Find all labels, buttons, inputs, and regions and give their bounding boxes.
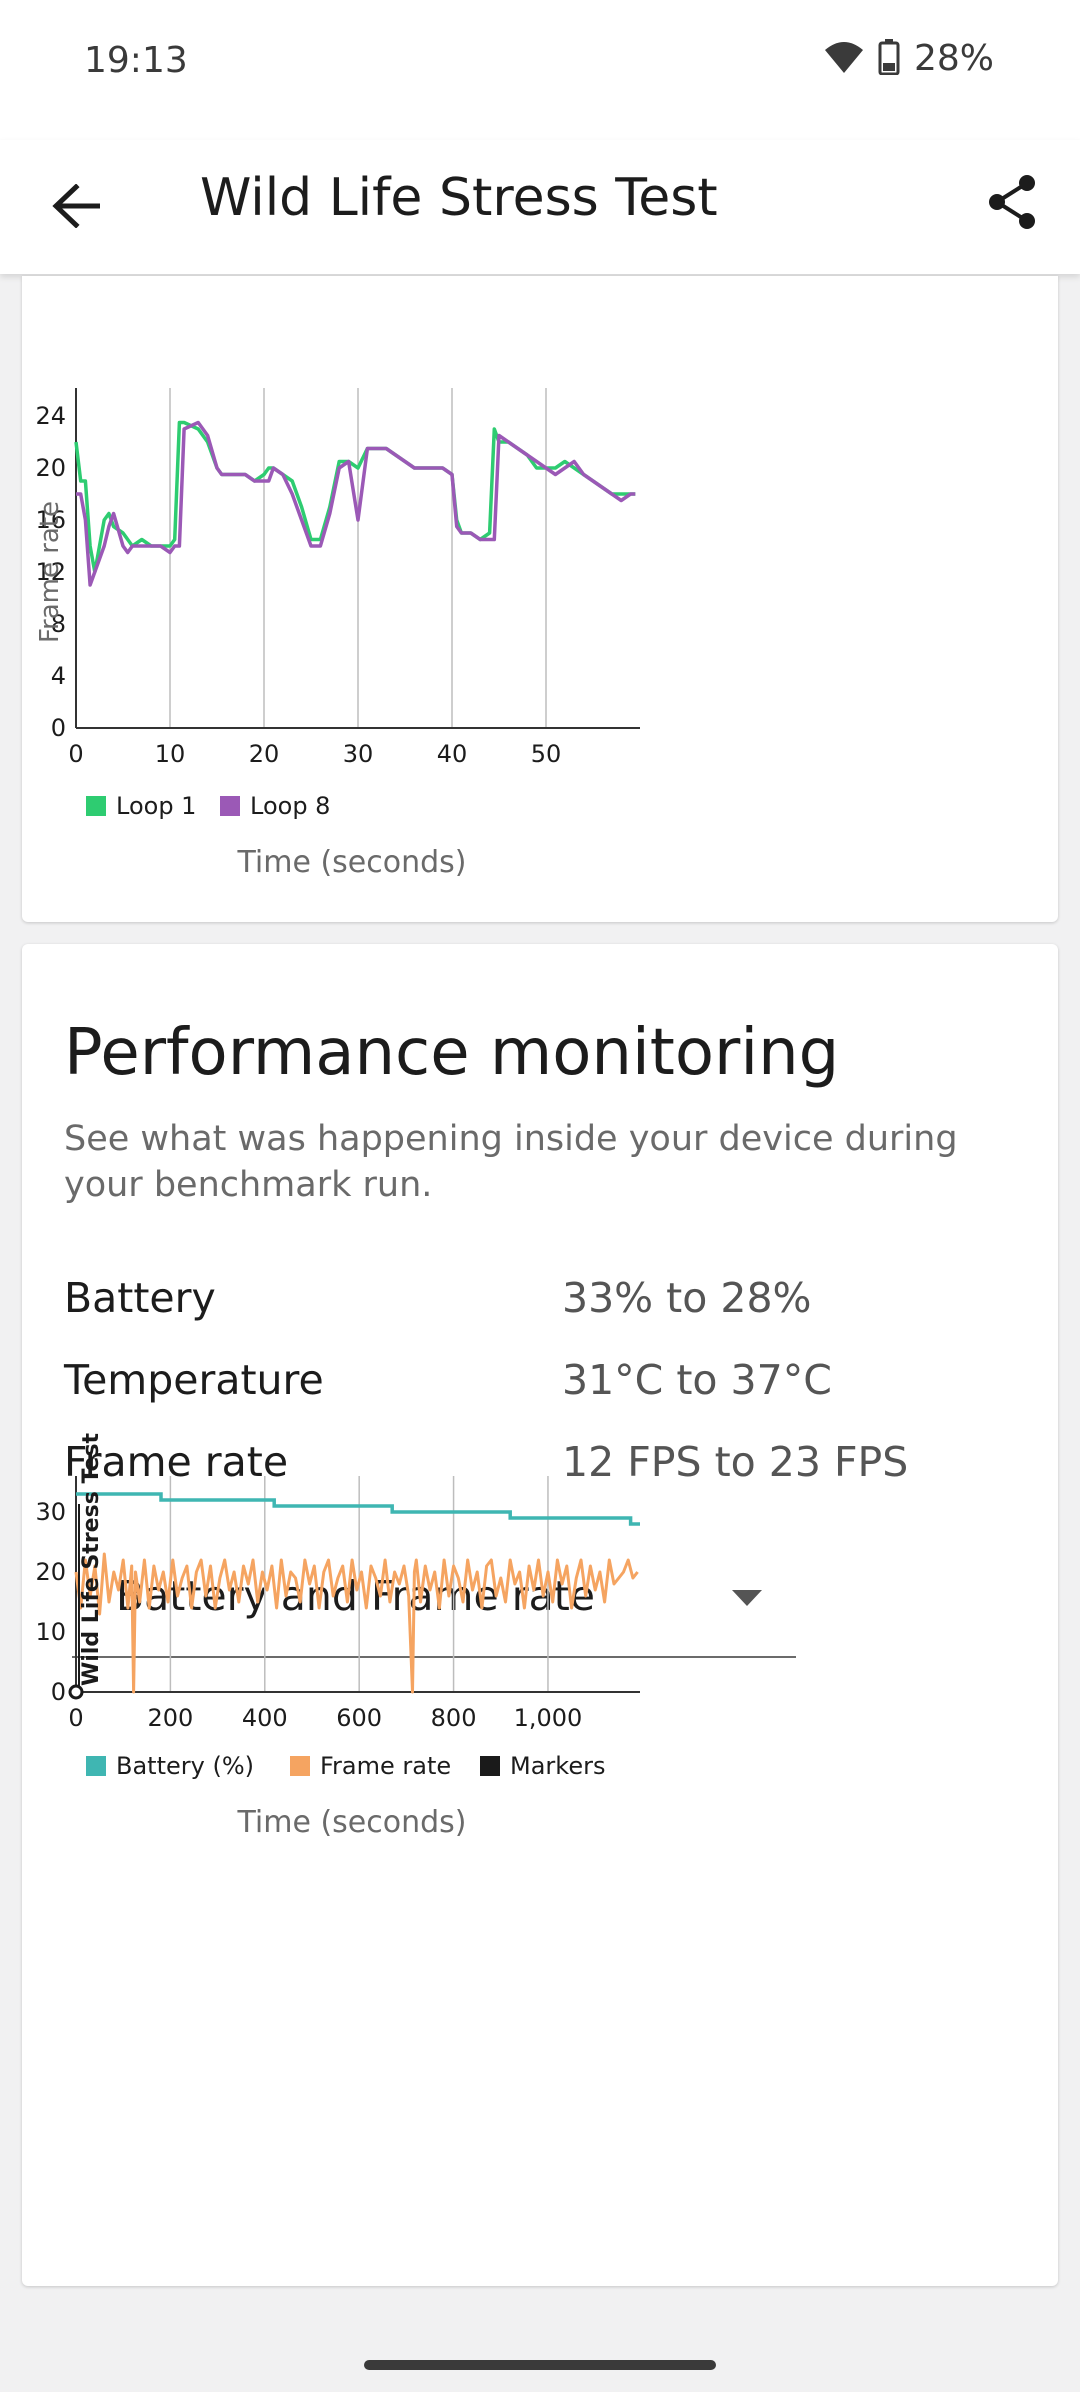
frame-rate-loop-chart: 0 10 20 30 40 5004812162024Frame rateLoop 1 Lo… [35, 388, 640, 880]
y-tick-label: 0 [51, 1678, 66, 1706]
x-tick-label: 30 [343, 740, 374, 768]
battery-frame-rate-chart: 0 200 400 600 800 1,000 0 10 20 30 Wild Life Stres… [35, 1432, 640, 1840]
frame-rate-chart-card: 0 10 20 30 40 50 0 4 8 12 16 20 24 Frame rate Loop 1 Lo… [22, 276, 1058, 922]
battery-icon [878, 38, 900, 79]
legend-swatch [86, 1756, 106, 1776]
legend-label: Frame rate [320, 1752, 451, 1780]
series-line-loop-8 [76, 420, 636, 587]
y-tick-label: 0 [51, 714, 66, 742]
status-icons: 28% [824, 38, 994, 79]
y-tick-label: 20 [35, 1558, 66, 1586]
x-tick-label: 0 [68, 1704, 83, 1732]
x-tick-label: 600 [336, 1704, 382, 1732]
arrow-back-icon [52, 184, 100, 228]
series-line-battery [76, 1492, 640, 1526]
y-tick-label: 24 [35, 402, 66, 430]
performance-monitoring-card: Performance monitoring See what was happ… [22, 944, 1058, 2286]
x-tick-label: 40 [437, 740, 468, 768]
back-button[interactable] [46, 176, 106, 236]
wifi-icon [824, 40, 864, 78]
battery-percentage: 28% [913, 38, 994, 79]
series-line-frame-rate [74, 1552, 639, 1694]
status-time: 19:13 [84, 40, 188, 81]
gesture-nav-handle[interactable] [364, 2360, 716, 2370]
legend-swatch [220, 796, 240, 816]
y-tick-label: 30 [35, 1498, 66, 1526]
share-button[interactable] [980, 170, 1044, 234]
y-tick-label: 20 [35, 454, 66, 482]
x-tick-label: 1,000 [514, 1704, 583, 1732]
x-tick-label: 0 [68, 740, 83, 768]
marker-label: Wild Life Stress Test [79, 1432, 104, 1686]
legend-swatch [290, 1756, 310, 1776]
y-axis-label: Frame rate [35, 501, 65, 643]
page-title: Wild Life Stress Test [200, 168, 718, 228]
x-tick-label: 20 [249, 740, 280, 768]
legend-swatch [86, 796, 106, 816]
app-bar: Wild Life Stress Test [0, 140, 1080, 274]
status-bar: 19:13 28% [0, 0, 1080, 140]
legend-label: Markers [510, 1752, 605, 1780]
legend-label: Loop 1 [116, 792, 196, 820]
legend-label: Loop 8 [250, 792, 330, 820]
x-tick-label: 10 [155, 740, 186, 768]
legend-swatch [480, 1756, 500, 1776]
x-tick-label: 400 [242, 1704, 288, 1732]
share-icon [989, 175, 1035, 229]
x-axis-label: Time (seconds) [237, 1805, 467, 1840]
x-tick-label: 800 [431, 1704, 477, 1732]
x-axis-label: Time (seconds) [237, 845, 467, 880]
y-tick-label: 10 [35, 1618, 66, 1646]
x-tick-label: 200 [147, 1704, 193, 1732]
legend-label: Battery (%) [116, 1752, 254, 1780]
marker-point [68, 1684, 84, 1700]
x-tick-label: 50 [531, 740, 562, 768]
y-tick-label: 4 [51, 662, 66, 690]
